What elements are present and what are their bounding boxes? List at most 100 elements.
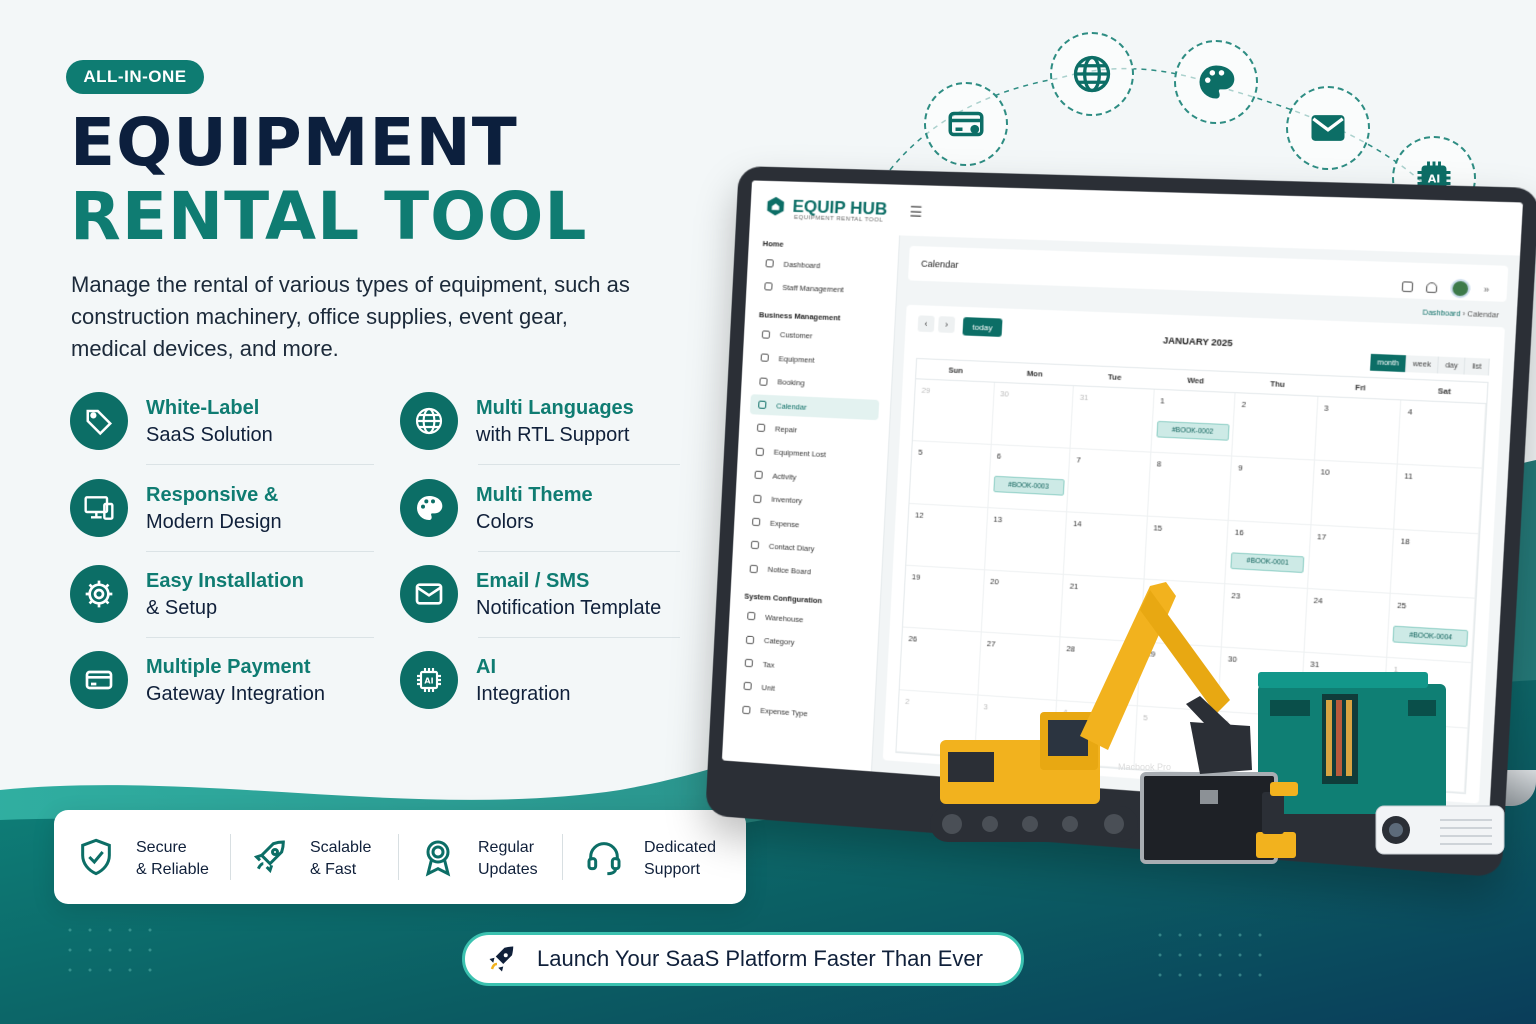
calendar-day-cell[interactable]: 3 (1314, 396, 1402, 465)
calendar-day-cell[interactable]: 30 (991, 382, 1074, 450)
sidebar-item-calendar[interactable]: Calendar (749, 394, 880, 421)
calendar-day-cell[interactable]: 9 (1228, 456, 1315, 525)
booking-event[interactable]: #BOOK-0002 (1156, 420, 1230, 441)
sidebar-item-label: Unit (761, 682, 776, 693)
feature-easy-installation: Easy Installation & Setup (70, 565, 360, 629)
menu-item-icon (765, 259, 774, 268)
sidebar-item-label: Category (763, 635, 795, 647)
view-list-button[interactable]: list (1465, 357, 1490, 376)
chevron-right-icon[interactable]: » (1483, 284, 1489, 295)
calendar-day-cell[interactable]: 1 #BOOK-0002 (1151, 389, 1236, 457)
calendar-day-cell[interactable]: 8 (1380, 722, 1469, 794)
day-number: 7 (1076, 455, 1081, 466)
sidebar-item-notice-board[interactable]: Notice Board (741, 558, 870, 586)
calendar-day-cell[interactable]: 25 #BOOK-0004 (1387, 593, 1476, 664)
feature-title: Multi Theme (476, 484, 593, 506)
launch-cta-button[interactable]: Launch Your SaaS Platform Faster Than Ev… (462, 932, 1024, 986)
booking-event[interactable]: #BOOK-0004 (1392, 625, 1469, 648)
day-number: 21 (1069, 581, 1079, 592)
sidebar-item-repair[interactable]: Repair (749, 418, 878, 444)
feature-title: Multi Languages (476, 397, 634, 419)
breadcrumb-root[interactable]: Dashboard (1422, 309, 1460, 318)
sidebar-item-warehouse[interactable]: Warehouse (739, 605, 868, 633)
calendar-day-cell[interactable]: 17 (1307, 524, 1395, 594)
calendar-day-cell[interactable]: 10 (1311, 460, 1399, 530)
calendar-day-cell[interactable]: 31 (1300, 653, 1388, 723)
calendar-day-cell[interactable]: 1 (1384, 658, 1472, 729)
day-number: 1 (1159, 396, 1165, 406)
avatar[interactable] (1449, 278, 1471, 299)
day-number: 6 (996, 451, 1002, 462)
view-week-button[interactable]: week (1405, 355, 1440, 374)
sidebar-item-expense-type[interactable]: Expense Type (734, 699, 863, 728)
calendar-day-cell[interactable]: 24 (1304, 589, 1392, 659)
day-number: 3 (1323, 403, 1329, 413)
calendar-day-cell[interactable]: 31 (1070, 386, 1155, 453)
sidebar-item-equipment[interactable]: Equipment (752, 347, 882, 373)
brand-logo[interactable]: EQUIP HUB EQUIPMENT RENTAL TOOL (764, 195, 888, 224)
sidebar-item-label: Equipment (778, 353, 815, 365)
calendar-day-cell[interactable]: 5 (909, 441, 992, 508)
sidebar-item-dashboard[interactable]: Dashboard (757, 253, 887, 278)
sidebar-section-title: Business Management (758, 309, 841, 323)
day-number: 23 (1231, 590, 1241, 601)
view-month-button[interactable]: month (1370, 353, 1407, 373)
calendar-day-cell[interactable]: 19 (902, 565, 985, 633)
calendar-day-cell[interactable]: 11 (1394, 464, 1483, 534)
calendar-day-cell[interactable]: 16 #BOOK-0001 (1225, 520, 1312, 590)
calendar-day-cell[interactable]: 26 (899, 627, 982, 696)
calendar-day-cell[interactable]: 4 (1053, 700, 1138, 770)
sidebar-item-customer[interactable]: Customer (753, 324, 883, 349)
day-number: 8 (1156, 459, 1162, 469)
view-day-button[interactable]: day (1438, 356, 1466, 375)
calendar-day-cell[interactable]: 29 (1137, 642, 1223, 712)
sidebar-item-activity[interactable]: Activity (746, 464, 875, 491)
menu-toggle-icon[interactable]: ☰ (909, 203, 923, 221)
calendar-day-cell[interactable]: 2 (1232, 393, 1319, 461)
calendar-day-cell[interactable]: 13 (984, 507, 1068, 575)
view-switcher: month week day list (1370, 353, 1490, 376)
calendar-day-cell[interactable]: 21 (1060, 574, 1145, 643)
calendar-day-cell[interactable]: 27 (977, 632, 1061, 701)
calendar-day-cell[interactable]: 7 (1297, 716, 1385, 787)
booking-event[interactable]: #BOOK-0001 (1230, 551, 1305, 573)
calendar-day-cell[interactable]: 15 (1144, 516, 1229, 585)
calendar-day-cell[interactable]: 23 (1222, 584, 1308, 654)
calendar-day-cell[interactable]: 2 (896, 689, 978, 758)
booking-event[interactable]: #BOOK-0003 (992, 476, 1065, 497)
calendar-day-cell[interactable]: 29 (912, 379, 995, 446)
calendar-day-cell[interactable]: 12 (906, 503, 988, 571)
day-number: 28 (1066, 644, 1076, 655)
feature-title: Multiple Payment (146, 656, 311, 678)
bookmark-icon[interactable] (1401, 281, 1414, 293)
sidebar-item-inventory[interactable]: Inventory (745, 488, 874, 515)
bell-icon[interactable] (1425, 282, 1438, 294)
day-number: 24 (1313, 595, 1324, 606)
calendar-day-cell[interactable]: 6 #BOOK-0003 (987, 445, 1071, 513)
feature-subtitle: Modern Design (146, 511, 282, 533)
menu-item-icon (742, 705, 751, 715)
calendar-day-cell[interactable]: 8 (1147, 452, 1233, 521)
sidebar-item-staff-management[interactable]: Staff Management (756, 276, 886, 301)
calendar-day-cell[interactable]: 30 (1218, 647, 1305, 717)
sidebar-item-expense[interactable]: Expense (744, 511, 873, 538)
calendar-day-cell[interactable]: 22 (1140, 579, 1226, 648)
day-number: 4 (1407, 407, 1413, 417)
calendar-day-cell[interactable]: 20 (981, 570, 1064, 638)
day-number: 1 (1393, 664, 1399, 675)
calendar-day-cell[interactable]: 6 (1215, 711, 1301, 781)
calendar-day-cell[interactable]: 3 (974, 695, 1058, 764)
headset-icon (587, 842, 621, 876)
stat-label: Scalable & Fast (310, 839, 372, 878)
calendar-day-cell[interactable]: 18 (1391, 529, 1480, 599)
palette-icon (1199, 65, 1235, 99)
mail-icon (1311, 115, 1345, 141)
sidebar-item-equipment-lost[interactable]: Equipment Lost (747, 441, 876, 467)
calendar-day-cell[interactable]: 14 (1063, 512, 1148, 580)
calendar-day-cell[interactable]: 28 (1057, 637, 1141, 706)
feature-subtitle: Colors (476, 511, 534, 533)
calendar-day-cell[interactable]: 7 (1067, 449, 1152, 517)
calendar-day-cell[interactable]: 4 (1398, 400, 1487, 470)
sidebar-item-contact-diary[interactable]: Contact Diary (743, 535, 872, 562)
sidebar-item-booking[interactable]: Booking (751, 371, 880, 397)
